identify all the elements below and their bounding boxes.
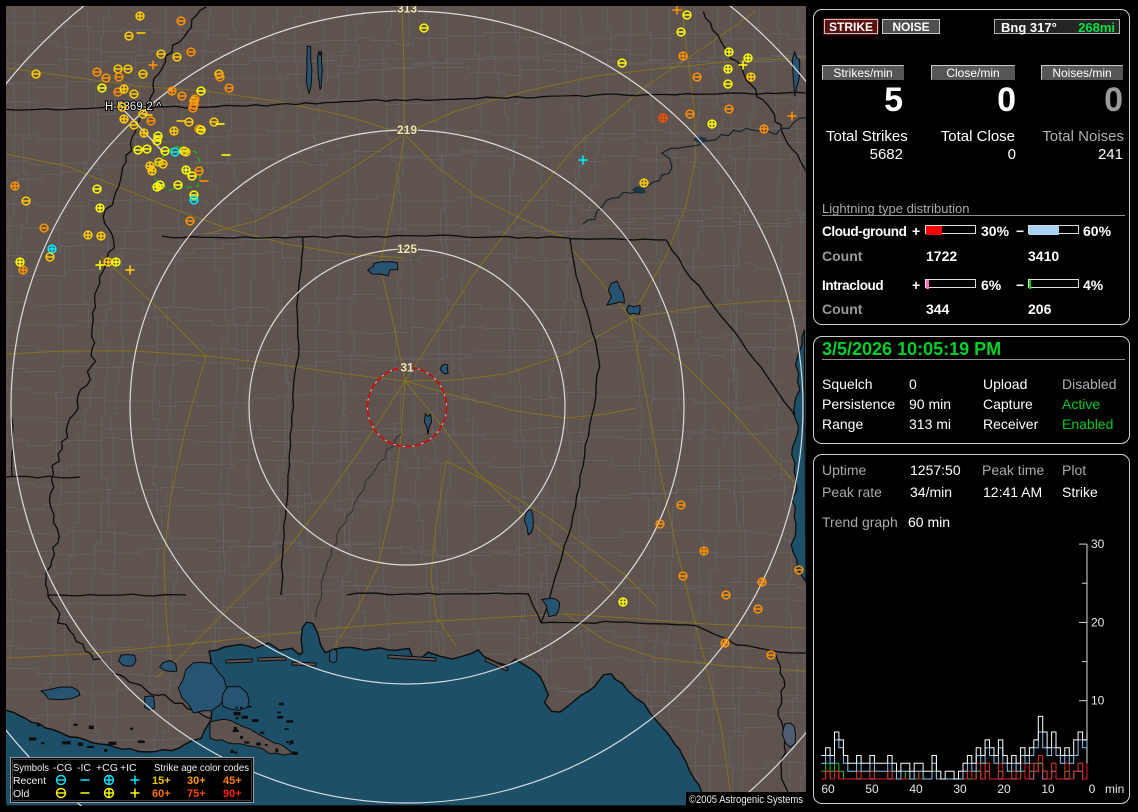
svg-text:30: 30 [953,782,967,796]
svg-text:min: min [1105,782,1124,796]
svg-text:H-5369-2 ^: H-5369-2 ^ [105,101,162,113]
svg-text:20: 20 [997,782,1011,796]
svg-text:90+: 90+ [223,788,242,800]
svg-text:15+: 15+ [152,775,171,787]
svg-text:125: 125 [397,242,417,256]
svg-text:219: 219 [397,123,417,137]
svg-text:30: 30 [1091,537,1105,551]
svg-text:Recent: Recent [13,775,46,787]
svg-text:10: 10 [1041,782,1055,796]
svg-text:©2005 Astrogenic Systems: ©2005 Astrogenic Systems [689,794,803,806]
svg-text:31: 31 [400,360,414,374]
svg-text:Old: Old [13,788,30,800]
svg-text:-CG: -CG [53,762,72,774]
svg-text:50: 50 [865,782,879,796]
svg-text:10: 10 [1091,694,1105,708]
svg-text:-IC: -IC [77,762,91,774]
svg-text:30+: 30+ [187,775,206,787]
svg-text:20: 20 [1091,615,1105,629]
svg-text:40: 40 [909,782,923,796]
svg-text:45+: 45+ [223,775,242,787]
svg-text:Symbols: Symbols [13,762,49,774]
svg-text:+IC: +IC [120,762,137,774]
svg-text:75+: 75+ [187,788,206,800]
svg-text:Strike age color codes: Strike age color codes [154,762,249,774]
svg-text:+CG: +CG [96,762,118,774]
svg-text:313: 313 [397,6,417,16]
svg-text:60+: 60+ [152,788,171,800]
svg-text:0: 0 [1089,782,1096,796]
svg-text:60: 60 [821,782,835,796]
